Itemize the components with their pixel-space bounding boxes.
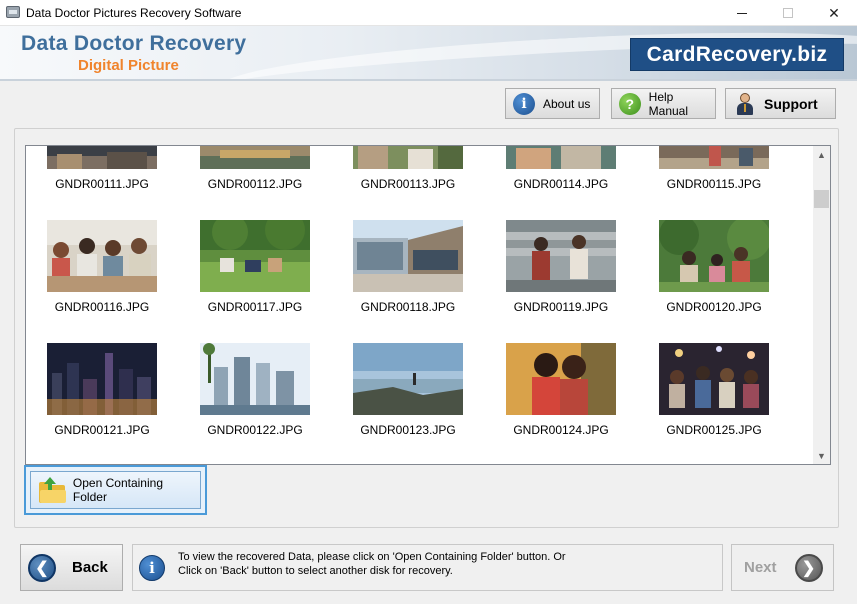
next-label: Next	[744, 559, 777, 576]
maximize-button[interactable]	[765, 0, 811, 26]
support-person-icon	[736, 92, 754, 115]
info-line-1: To view the recovered Data, please click…	[178, 551, 566, 563]
brand-title: Data Doctor Recovery	[21, 32, 247, 55]
help-manual-button[interactable]: ? Help Manual	[611, 88, 716, 119]
open-containing-folder-button[interactable]: Open Containing Folder	[24, 465, 207, 515]
arrow-left-icon: ❮	[28, 553, 56, 582]
info-message: To view the recovered Data, please click…	[178, 550, 566, 578]
folder-open-icon	[39, 477, 67, 503]
about-us-label: About us	[543, 96, 591, 111]
thumbnail-image	[353, 220, 463, 292]
thumbnail-filename: GNDR00116.JPG	[54, 300, 150, 314]
close-button[interactable]: ✕	[811, 0, 857, 26]
thumbnail-image	[506, 146, 616, 169]
thumbnail-image	[353, 146, 463, 169]
thumbnail-filename: GNDR00119.JPG	[513, 300, 609, 314]
info-message-box: i To view the recovered Data, please cli…	[132, 544, 723, 591]
open-containing-folder-label: Open Containing Folder	[72, 476, 163, 504]
info-line-2: Click on 'Back' button to select another…	[178, 565, 453, 577]
thumbnail-filename: GNDR00117.JPG	[207, 300, 303, 314]
minimize-button[interactable]	[719, 0, 765, 26]
thumbnail-filename: GNDR00113.JPG	[360, 177, 456, 191]
thumbnail-image	[47, 343, 157, 415]
thumbnail-filename: GNDR00118.JPG	[360, 300, 456, 314]
brand-subtitle: Digital Picture	[78, 57, 179, 74]
back-label: Back	[72, 559, 108, 576]
scroll-down-icon[interactable]: ▼	[813, 447, 830, 464]
thumbnail-filename: GNDR00115.JPG	[666, 177, 762, 191]
thumbnail-grid[interactable]: GNDR00111.JPG GNDR00112.JPG GNDR00113.JP…	[25, 145, 831, 465]
arrow-right-icon: ❯	[794, 553, 823, 582]
scroll-up-icon[interactable]: ▲	[813, 146, 830, 163]
thumbnail-image	[47, 220, 157, 292]
next-button[interactable]: Next ❯	[731, 544, 834, 591]
thumbnail-filename: GNDR00112.JPG	[207, 177, 303, 191]
info-icon: i	[139, 555, 165, 581]
minimize-icon	[737, 12, 747, 14]
thumbnail-image	[659, 343, 769, 415]
site-logo: CardRecovery.biz	[630, 38, 844, 71]
maximize-icon	[783, 8, 793, 18]
back-button[interactable]: ❮ Back	[20, 544, 123, 591]
help-manual-label: Help Manual	[648, 89, 689, 118]
thumbnail-image	[200, 220, 310, 292]
about-us-button[interactable]: i About us	[505, 88, 600, 119]
window-title: Data Doctor Pictures Recovery Software	[26, 6, 242, 20]
thumbnail-image	[506, 220, 616, 292]
thumbnail-filename: GNDR00120.JPG	[666, 300, 762, 314]
thumbnail-filename: GNDR00121.JPG	[54, 423, 150, 437]
thumbnail-image	[200, 462, 310, 464]
vertical-scrollbar[interactable]: ▲ ▼	[813, 146, 830, 464]
open-containing-folder-face[interactable]: Open Containing Folder	[30, 471, 201, 509]
question-icon: ?	[619, 92, 641, 115]
thumbnail-filename: GNDR00122.JPG	[207, 423, 303, 437]
thumbnail-filename: GNDR00123.JPG	[360, 423, 456, 437]
thumbnail-image	[659, 146, 769, 169]
thumbnail-image	[200, 343, 310, 415]
scrollbar-thumb[interactable]	[814, 190, 829, 208]
thumbnail-image	[506, 343, 616, 415]
thumbnail-filename: GNDR00125.JPG	[666, 423, 762, 437]
thumbnail-image	[353, 343, 463, 415]
thumbnail-image	[200, 146, 310, 169]
thumbnail-filename: GNDR00114.JPG	[513, 177, 609, 191]
thumbnail-filename: GNDR00124.JPG	[513, 423, 609, 437]
title-bar: Data Doctor Pictures Recovery Software ✕	[0, 0, 857, 26]
app-icon	[6, 6, 20, 18]
thumbnail-image	[47, 146, 157, 169]
header-banner: Data Doctor Recovery Digital Picture Car…	[0, 26, 857, 81]
info-icon: i	[513, 92, 535, 115]
thumbnail-image	[659, 220, 769, 292]
support-label: Support	[764, 95, 818, 112]
close-icon: ✕	[828, 4, 840, 21]
thumbnail-filename: GNDR00111.JPG	[55, 177, 149, 191]
support-button[interactable]: Support	[725, 88, 836, 119]
